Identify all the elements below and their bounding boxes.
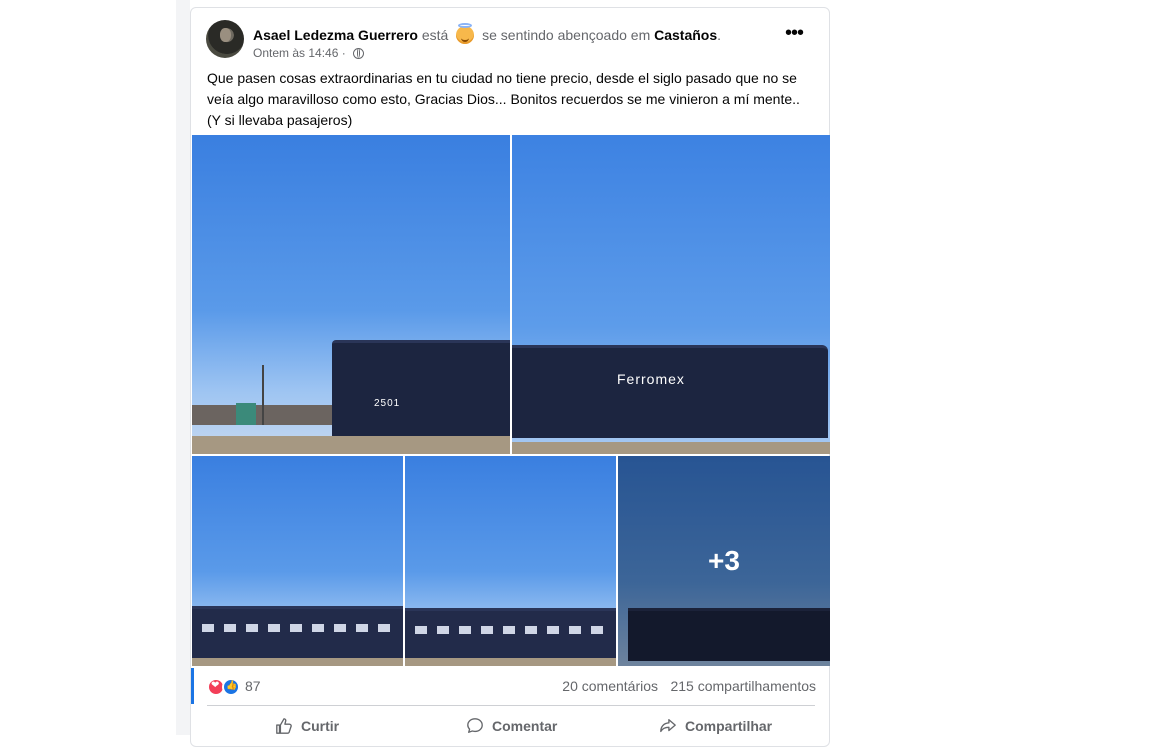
- like-icon: [276, 718, 292, 734]
- post-header: Asael Ledezma Guerrero está se sentindo …: [253, 23, 722, 44]
- esta-text: está: [421, 27, 449, 43]
- rail-ground: [192, 436, 510, 454]
- coach-body: [192, 606, 403, 659]
- post-text: Que pasen cosas extraordinarias en tu ci…: [207, 70, 800, 128]
- photo-locomotive-2[interactable]: Ferromex: [512, 135, 830, 454]
- author-avatar[interactable]: [206, 20, 244, 58]
- angel-emoji-icon: [456, 23, 475, 44]
- actions-divider: [207, 705, 815, 706]
- photo-coach-2[interactable]: [405, 456, 616, 666]
- share-button[interactable]: Compartilhar: [659, 714, 772, 738]
- coach-windows: [202, 624, 392, 632]
- comment-button[interactable]: Comentar: [466, 714, 557, 738]
- comments-count[interactable]: 20 comentários: [562, 678, 658, 694]
- post-meta: Ontem às 14:46 ·: [253, 46, 365, 60]
- location-link[interactable]: Castaños: [654, 27, 717, 43]
- meta-separator: ·: [341, 46, 346, 60]
- locomotive-body: [332, 340, 510, 443]
- like-reaction-icon[interactable]: [222, 678, 240, 696]
- comment-label: Comentar: [492, 718, 558, 734]
- location-period: .: [717, 27, 722, 43]
- photo-locomotive-1[interactable]: 2501: [192, 135, 510, 454]
- page-background-strip: [176, 0, 190, 735]
- rail-ground: [405, 658, 616, 666]
- author-name[interactable]: Asael Ledezma Guerrero: [253, 27, 418, 43]
- globe-icon: [353, 48, 365, 59]
- focus-indicator: [191, 668, 194, 704]
- loco-number: 2501: [374, 398, 401, 409]
- comment-icon: [467, 718, 483, 733]
- share-label: Compartilhar: [685, 718, 773, 734]
- post-card: Asael Ledezma Guerrero está se sentindo …: [190, 7, 830, 747]
- shares-count[interactable]: 215 compartilhamentos: [670, 678, 816, 694]
- more-options-icon[interactable]: •••: [785, 23, 809, 44]
- locomotive-body: [512, 345, 828, 438]
- reaction-count[interactable]: 87: [245, 678, 261, 694]
- photo-more[interactable]: +3: [618, 456, 830, 666]
- loco-brand: Ferromex: [617, 371, 685, 387]
- rail-ground: [512, 442, 830, 454]
- like-label: Curtir: [301, 718, 340, 734]
- rail-ground: [192, 658, 403, 666]
- post-time[interactable]: Ontem às 14:46: [253, 46, 338, 60]
- post-stats: 87 20 comentários 215 compartilhamentos: [191, 668, 831, 704]
- share-icon: [660, 719, 676, 733]
- like-button[interactable]: Curtir: [275, 714, 339, 738]
- more-photos-count: +3: [708, 545, 740, 576]
- coach-windows: [415, 626, 605, 634]
- more-photos-overlay[interactable]: +3: [618, 456, 830, 666]
- feeling-text: se sentindo abençoado em: [482, 27, 651, 43]
- photo-coach-1[interactable]: [192, 456, 403, 666]
